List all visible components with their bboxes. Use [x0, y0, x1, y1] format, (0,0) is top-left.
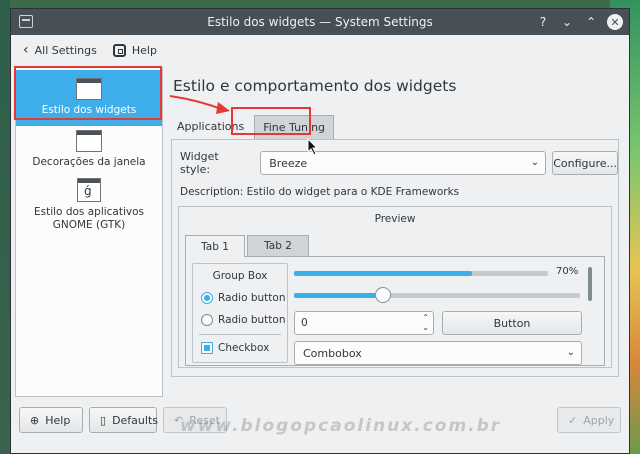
page-title: Estilo e comportamento dos widgets [173, 77, 457, 95]
radio-label: Radio button [218, 314, 286, 326]
desktop-background-left [0, 0, 10, 454]
help-label: Help [131, 43, 157, 57]
main-content: Estilo e comportamento dos widgets Appli… [171, 67, 623, 397]
window-decoration-icon [76, 130, 102, 152]
checkbox-label: Checkbox [218, 342, 270, 354]
system-settings-window: Estilo dos widgets — System Settings ? ⌄… [10, 8, 630, 454]
progress-label: 70% [556, 266, 579, 277]
preview-combobox[interactable]: Combobox ⌄ [294, 341, 582, 365]
defaults-label: Defaults [112, 413, 158, 427]
spin-box[interactable]: 0 ⌃ ⌄ [294, 311, 434, 335]
widget-style-value: Breeze [269, 156, 308, 170]
gtk-icon: ǵ [77, 178, 101, 202]
radio-label: Radio button [218, 292, 286, 304]
close-icon[interactable]: ✕ [607, 14, 623, 30]
footer-bar: ⊕ Help ▯ Defaults ↶ Reset ✓ Apply [11, 407, 631, 441]
widget-style-combobox[interactable]: Breeze ⌄ [260, 151, 547, 175]
all-settings-label: All Settings [34, 43, 97, 57]
window-menu-icon[interactable] [19, 15, 33, 28]
undo-icon: ↶ [174, 413, 184, 427]
combobox-value: Combobox [303, 346, 362, 360]
help-button[interactable]: Help [112, 43, 157, 57]
defaults-button[interactable]: ▯ Defaults [89, 407, 158, 433]
group-box: Group Box Radio button Radio button Chec… [192, 263, 288, 363]
reset-button[interactable]: ↶ Reset [163, 407, 227, 433]
progress-bar [294, 271, 548, 276]
tab-fine-tuning[interactable]: Fine Tuning [254, 115, 335, 139]
preview-group: Preview Tab 1 Tab 2 Group Box Radio butt… [178, 206, 612, 368]
radio-button-2[interactable]: Radio button [201, 314, 285, 326]
applications-panel: Widget style: Breeze ⌄ Configure... Desc… [171, 139, 619, 377]
chevron-down-icon: ⌄ [530, 157, 540, 168]
chevron-left-icon: ‹ [23, 42, 29, 58]
preview-title: Preview [374, 213, 416, 225]
sidebar-item-label: Estilo dos widgets [41, 104, 137, 116]
all-settings-button[interactable]: ‹ All Settings [23, 42, 97, 58]
checkmark-icon: ✓ [568, 413, 578, 427]
chevron-down-icon: ⌄ [566, 347, 575, 358]
preview-tab-1[interactable]: Tab 1 [185, 235, 245, 257]
help-lifebuoy-icon [112, 43, 126, 57]
minimize-icon[interactable]: ⌄ [559, 13, 575, 31]
footer-help-button[interactable]: ⊕ Help [19, 407, 83, 433]
progress-fill [294, 271, 472, 276]
reset-label: Reset [189, 413, 220, 427]
preview-scrollbar[interactable] [588, 267, 592, 301]
configure-button[interactable]: Configure... [552, 151, 618, 175]
radio-button-1[interactable]: Radio button [201, 292, 285, 304]
preview-tab-panel: Group Box Radio button Radio button Chec… [185, 256, 605, 366]
checkbox[interactable]: Checkbox [201, 342, 269, 354]
apply-label: Apply [583, 413, 615, 427]
help-icon[interactable]: ? [535, 13, 551, 31]
sidebar-item-label: Estilo dos aplicativos GNOME (GTK) [34, 206, 144, 231]
group-box-divider [199, 334, 281, 335]
maximize-icon[interactable]: ⌃ [583, 13, 599, 31]
toolbar: ‹ All Settings Help [11, 35, 629, 65]
spin-value: 0 [301, 317, 308, 329]
sidebar-item-gtk[interactable]: ǵ Estilo dos aplicativos GNOME (GTK) [16, 176, 162, 236]
sidebar-item-decoracoes-da-janela[interactable]: Decorações da janela [16, 128, 162, 174]
group-box-title: Group Box [212, 270, 268, 282]
slider-fill [294, 293, 383, 298]
apply-button[interactable]: ✓ Apply [557, 407, 621, 433]
sidebar-item-estilo-dos-widgets[interactable]: Estilo dos widgets [16, 70, 162, 126]
slider-handle[interactable] [374, 287, 391, 303]
preview-tab-2[interactable]: Tab 2 [247, 235, 309, 256]
preview-button[interactable]: Button [442, 311, 582, 335]
spin-arrows-icon[interactable]: ⌃ ⌄ [422, 313, 429, 333]
tab-bar: Applications Fine Tuning [171, 115, 335, 139]
sidebar-item-label: Decorações da janela [32, 156, 146, 168]
help-lifebuoy-icon: ⊕ [30, 413, 40, 427]
radio-unchecked-icon [201, 314, 213, 326]
sidebar: Estilo dos widgets Decorações da janela … [15, 67, 163, 397]
title-bar[interactable]: Estilo dos widgets — System Settings ? ⌄… [11, 9, 629, 35]
document-defaults-icon: ▯ [100, 413, 107, 427]
slider[interactable] [294, 287, 580, 303]
tab-applications[interactable]: Applications [171, 115, 250, 139]
style-description: Description: Estilo do widget para o KDE… [180, 186, 460, 198]
widget-style-icon [76, 78, 102, 100]
checkbox-checked-icon [201, 342, 213, 354]
footer-help-label: Help [45, 413, 71, 427]
radio-checked-icon [201, 292, 213, 304]
widget-style-label: Widget style: [180, 150, 219, 176]
